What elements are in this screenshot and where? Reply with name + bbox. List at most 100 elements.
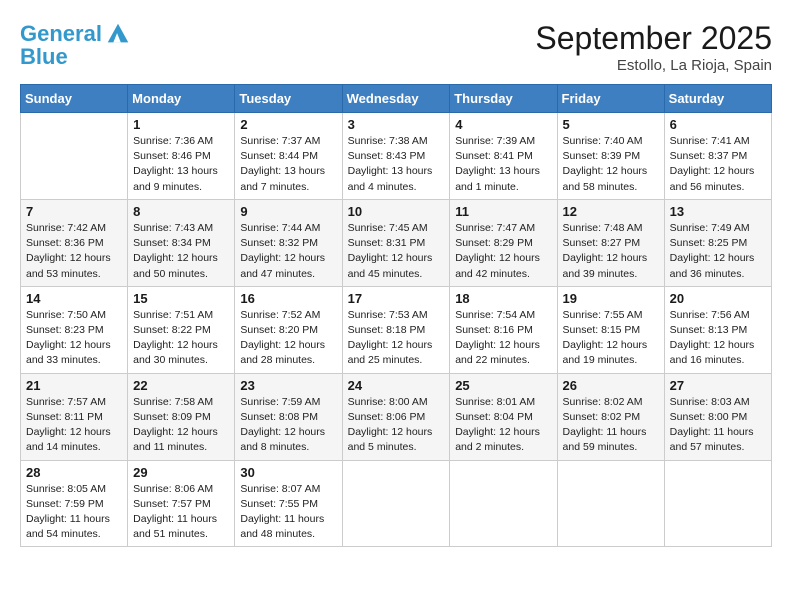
weekday-header-saturday: Saturday [664,85,771,113]
day-info: Sunrise: 8:02 AM Sunset: 8:02 PM Dayligh… [563,395,659,456]
day-number: 17 [348,291,445,306]
day-info: Sunrise: 7:39 AM Sunset: 8:41 PM Dayligh… [455,134,551,195]
day-info: Sunrise: 8:01 AM Sunset: 8:04 PM Dayligh… [455,395,551,456]
day-cell: 26 Sunrise: 8:02 AM Sunset: 8:02 PM Dayli… [557,373,664,460]
day-info: Sunrise: 7:45 AM Sunset: 8:31 PM Dayligh… [348,221,445,282]
day-cell: 12 Sunrise: 7:48 AM Sunset: 8:27 PM Dayli… [557,199,664,286]
day-cell: 6 Sunrise: 7:41 AM Sunset: 8:37 PM Daylig… [664,113,771,200]
weekday-header-monday: Monday [128,85,235,113]
day-cell: 18 Sunrise: 7:54 AM Sunset: 8:16 PM Dayli… [450,286,557,373]
day-info: Sunrise: 8:07 AM Sunset: 7:55 PM Dayligh… [240,482,336,543]
day-info: Sunrise: 8:05 AM Sunset: 7:59 PM Dayligh… [26,482,122,543]
day-number: 5 [563,117,659,132]
day-cell: 1Sunrise: 7:36 AM Sunset: 8:46 PM Daylig… [128,113,235,200]
day-cell: 21 Sunrise: 7:57 AM Sunset: 8:11 PM Dayli… [21,373,128,460]
day-info: Sunrise: 7:54 AM Sunset: 8:16 PM Dayligh… [455,308,551,369]
page-header: General Blue September 2025 Estollo, La … [20,20,772,74]
day-cell: 13Sunrise: 7:49 AM Sunset: 8:25 PM Dayli… [664,199,771,286]
location: Estollo, La Rioja, Spain [535,57,772,74]
day-info: Sunrise: 7:41 AM Sunset: 8:37 PM Dayligh… [670,134,766,195]
day-number: 9 [240,204,336,219]
week-row-3: 14 Sunrise: 7:50 AM Sunset: 8:23 PM Dayli… [21,286,772,373]
day-number: 12 [563,204,659,219]
day-info: Sunrise: 7:36 AM Sunset: 8:46 PM Dayligh… [133,134,229,195]
day-cell: 22 Sunrise: 7:58 AM Sunset: 8:09 PM Dayli… [128,373,235,460]
logo: General Blue [20,20,132,70]
day-number: 6 [670,117,766,132]
day-cell: 16 Sunrise: 7:52 AM Sunset: 8:20 PM Dayli… [235,286,342,373]
day-number: 19 [563,291,659,306]
day-cell: 8Sunrise: 7:43 AM Sunset: 8:34 PM Daylig… [128,199,235,286]
day-info: Sunrise: 7:55 AM Sunset: 8:15 PM Dayligh… [563,308,659,369]
day-cell: 20 Sunrise: 7:56 AM Sunset: 8:13 PM Dayli… [664,286,771,373]
day-info: Sunrise: 7:57 AM Sunset: 8:11 PM Dayligh… [26,395,122,456]
day-cell: 14 Sunrise: 7:50 AM Sunset: 8:23 PM Dayli… [21,286,128,373]
day-info: Sunrise: 7:52 AM Sunset: 8:20 PM Dayligh… [240,308,336,369]
day-number: 20 [670,291,766,306]
day-info: Sunrise: 7:53 AM Sunset: 8:18 PM Dayligh… [348,308,445,369]
day-number: 29 [133,465,229,480]
day-info: Sunrise: 7:56 AM Sunset: 8:13 PM Dayligh… [670,308,766,369]
day-number: 16 [240,291,336,306]
calendar-table: SundayMondayTuesdayWednesdayThursdayFrid… [20,84,772,547]
day-cell: 27 Sunrise: 8:03 AM Sunset: 8:00 PM Dayli… [664,373,771,460]
week-row-2: 7Sunrise: 7:42 AM Sunset: 8:36 PM Daylig… [21,199,772,286]
day-cell: 23 Sunrise: 7:59 AM Sunset: 8:08 PM Dayli… [235,373,342,460]
day-info: Sunrise: 7:48 AM Sunset: 8:27 PM Dayligh… [563,221,659,282]
day-cell: 5Sunrise: 7:40 AM Sunset: 8:39 PM Daylig… [557,113,664,200]
day-number: 15 [133,291,229,306]
weekday-header-sunday: Sunday [21,85,128,113]
day-info: Sunrise: 7:44 AM Sunset: 8:32 PM Dayligh… [240,221,336,282]
day-cell [450,460,557,547]
day-cell: 10Sunrise: 7:45 AM Sunset: 8:31 PM Dayli… [342,199,450,286]
weekday-header-thursday: Thursday [450,85,557,113]
weekday-header-row: SundayMondayTuesdayWednesdayThursdayFrid… [21,85,772,113]
day-cell: 7Sunrise: 7:42 AM Sunset: 8:36 PM Daylig… [21,199,128,286]
day-number: 3 [348,117,445,132]
weekday-header-tuesday: Tuesday [235,85,342,113]
day-info: Sunrise: 7:43 AM Sunset: 8:34 PM Dayligh… [133,221,229,282]
day-cell: 4 Sunrise: 7:39 AM Sunset: 8:41 PM Daylig… [450,113,557,200]
day-info: Sunrise: 7:58 AM Sunset: 8:09 PM Dayligh… [133,395,229,456]
day-info: Sunrise: 7:47 AM Sunset: 8:29 PM Dayligh… [455,221,551,282]
day-info: Sunrise: 7:59 AM Sunset: 8:08 PM Dayligh… [240,395,336,456]
day-number: 25 [455,378,551,393]
week-row-5: 28 Sunrise: 8:05 AM Sunset: 7:59 PM Dayli… [21,460,772,547]
day-info: Sunrise: 7:38 AM Sunset: 8:43 PM Dayligh… [348,134,445,195]
day-info: Sunrise: 7:50 AM Sunset: 8:23 PM Dayligh… [26,308,122,369]
weekday-header-wednesday: Wednesday [342,85,450,113]
day-info: Sunrise: 7:42 AM Sunset: 8:36 PM Dayligh… [26,221,122,282]
day-number: 14 [26,291,122,306]
day-number: 27 [670,378,766,393]
day-number: 23 [240,378,336,393]
logo-icon [104,20,132,48]
day-number: 24 [348,378,445,393]
day-number: 22 [133,378,229,393]
day-info: Sunrise: 7:37 AM Sunset: 8:44 PM Dayligh… [240,134,336,195]
day-cell [342,460,450,547]
day-info: Sunrise: 7:51 AM Sunset: 8:22 PM Dayligh… [133,308,229,369]
day-cell: 15 Sunrise: 7:51 AM Sunset: 8:22 PM Dayli… [128,286,235,373]
day-cell: 3 Sunrise: 7:38 AM Sunset: 8:43 PM Daylig… [342,113,450,200]
day-number: 11 [455,204,551,219]
day-cell [664,460,771,547]
week-row-4: 21 Sunrise: 7:57 AM Sunset: 8:11 PM Dayli… [21,373,772,460]
day-number: 21 [26,378,122,393]
day-cell: 25 Sunrise: 8:01 AM Sunset: 8:04 PM Dayli… [450,373,557,460]
day-number: 2 [240,117,336,132]
day-cell [557,460,664,547]
day-info: Sunrise: 8:03 AM Sunset: 8:00 PM Dayligh… [670,395,766,456]
day-number: 4 [455,117,551,132]
logo-text: General [20,22,102,46]
day-info: Sunrise: 8:06 AM Sunset: 7:57 PM Dayligh… [133,482,229,543]
day-cell: 28 Sunrise: 8:05 AM Sunset: 7:59 PM Dayli… [21,460,128,547]
day-info: Sunrise: 8:00 AM Sunset: 8:06 PM Dayligh… [348,395,445,456]
day-cell: 11 Sunrise: 7:47 AM Sunset: 8:29 PM Dayli… [450,199,557,286]
day-number: 28 [26,465,122,480]
day-number: 18 [455,291,551,306]
day-cell: 30Sunrise: 8:07 AM Sunset: 7:55 PM Dayli… [235,460,342,547]
day-cell [21,113,128,200]
day-cell: 19 Sunrise: 7:55 AM Sunset: 8:15 PM Dayli… [557,286,664,373]
day-number: 26 [563,378,659,393]
week-row-1: 1Sunrise: 7:36 AM Sunset: 8:46 PM Daylig… [21,113,772,200]
